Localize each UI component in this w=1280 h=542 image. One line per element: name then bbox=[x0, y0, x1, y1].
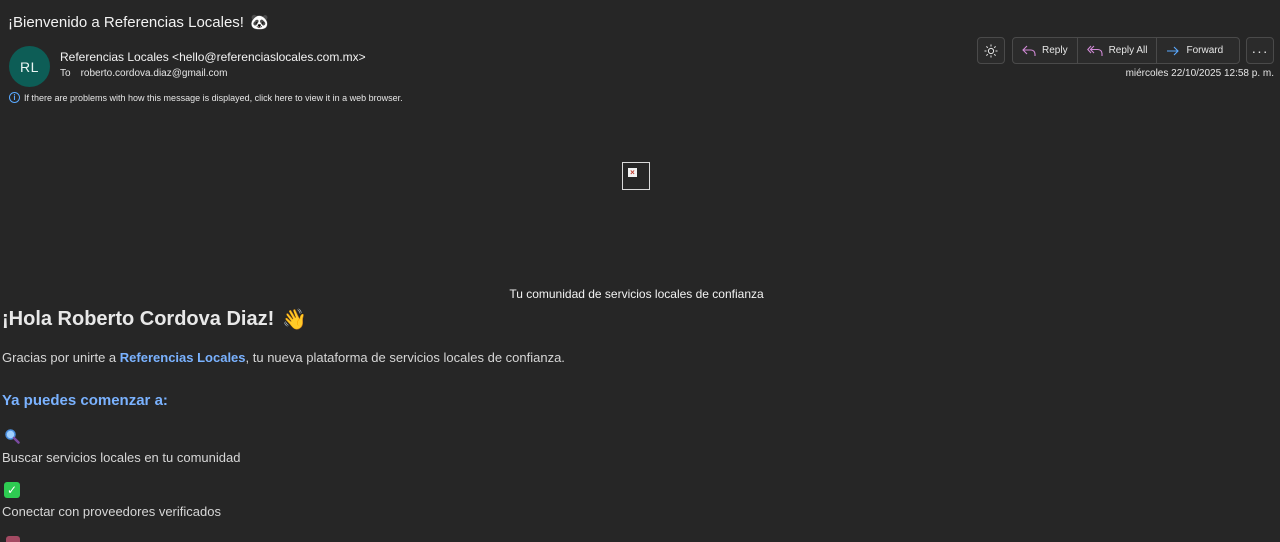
checkmark-icon: ✓ bbox=[4, 482, 20, 498]
reply-all-button[interactable]: Reply All bbox=[1078, 38, 1158, 63]
subject-text: ¡Bienvenido a Referencias Locales! bbox=[8, 13, 244, 31]
broken-image-icon: × bbox=[628, 168, 637, 177]
sun-icon bbox=[984, 44, 998, 57]
info-icon: i bbox=[9, 92, 20, 103]
recipient-line: To roberto.cordova.diaz@gmail.com bbox=[60, 68, 227, 79]
email-subject: ¡Bienvenido a Referencias Locales! 🐼 bbox=[8, 13, 269, 32]
to-label: To bbox=[60, 68, 71, 79]
broken-image-placeholder: × bbox=[622, 162, 650, 190]
recipient-address[interactable]: roberto.cordova.diaz@gmail.com bbox=[81, 68, 228, 79]
reply-all-label: Reply All bbox=[1108, 45, 1148, 56]
more-icon: ··· bbox=[1251, 42, 1269, 59]
waving-hand-icon: 👋 bbox=[282, 309, 308, 331]
greeting-text: ¡Hola Roberto Cordova Diaz! bbox=[2, 308, 275, 330]
reply-actions: Reply Reply All Forward bbox=[1012, 37, 1240, 64]
forward-button[interactable]: Forward bbox=[1157, 38, 1232, 63]
magnifier-icon bbox=[4, 428, 20, 446]
forward-label: Forward bbox=[1186, 45, 1224, 56]
intro-text-start: Gracias por unirte a bbox=[2, 350, 120, 365]
reply-all-icon bbox=[1086, 45, 1103, 56]
forward-icon bbox=[1167, 46, 1180, 55]
intro-text-end: , tu nueva plataforma de servicios local… bbox=[245, 350, 565, 365]
start-heading: Ya puedes comenzar a: bbox=[2, 392, 168, 409]
info-message[interactable]: If there are problems with how this mess… bbox=[24, 93, 403, 103]
greeting-heading: ¡Hola Roberto Cordova Diaz! 👋 bbox=[2, 307, 307, 332]
reply-label: Reply bbox=[1042, 45, 1068, 56]
view-in-browser-notice[interactable]: i If there are problems with how this me… bbox=[9, 92, 403, 103]
theme-toggle-button[interactable] bbox=[977, 37, 1005, 64]
tagline: Tu comunidad de servicios locales de con… bbox=[509, 287, 764, 301]
reply-icon bbox=[1022, 45, 1036, 56]
avatar[interactable]: RL bbox=[9, 46, 50, 87]
sender[interactable]: Referencias Locales <hello@referenciaslo… bbox=[60, 50, 366, 64]
reply-button[interactable]: Reply bbox=[1013, 38, 1078, 63]
email-reader: ¡Bienvenido a Referencias Locales! 🐼 RL … bbox=[0, 0, 1280, 542]
more-actions-button[interactable]: ··· bbox=[1246, 37, 1274, 64]
feature-item-search: Buscar servicios locales en tu comunidad bbox=[2, 450, 241, 465]
sent-date: miércoles 22/10/2025 12:58 p. m. bbox=[1125, 68, 1274, 79]
brand-name: Referencias Locales bbox=[119, 350, 246, 365]
panda-icon: 🐼 bbox=[249, 14, 269, 31]
partial-feature-icon bbox=[6, 536, 20, 542]
intro-paragraph: Gracias por unirte a Referencias Locales… bbox=[2, 350, 565, 365]
feature-item-verified: Conectar con proveedores verificados bbox=[2, 504, 221, 519]
